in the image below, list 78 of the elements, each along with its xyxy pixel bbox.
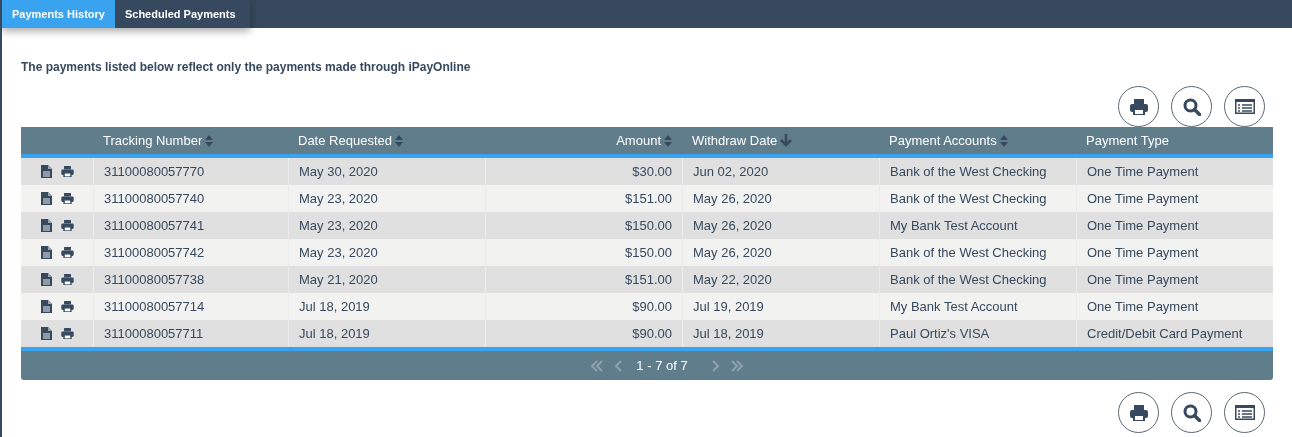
column-header[interactable]: Amount [485,127,682,154]
printer-icon [1129,98,1148,115]
document-icon[interactable] [40,192,52,205]
table-cell: May 23, 2020 [299,245,378,260]
table-cell: Paul Ortiz's VISA [890,326,990,341]
column-header[interactable]: Withdraw Date [682,127,879,154]
table-cell: May 26, 2020 [693,245,772,260]
table-cell: Jul 19, 2019 [693,299,764,314]
table-cell: Bank of the West Checking [890,245,1047,260]
notice-text: The payments listed below reflect only the payments made through iPayOnline [21,60,472,74]
table-cell: 31100080057714 [104,299,205,314]
tab[interactable]: Payments History [2,0,115,28]
table-cell: $90.00 [632,299,672,314]
table-cell: May 30, 2020 [299,164,378,179]
table-cell: One Time Payment [1087,299,1199,314]
table-cell: May 26, 2020 [693,218,772,233]
table-cell: 31100080057741 [104,218,205,233]
document-icon[interactable] [40,327,52,340]
printer-icon[interactable] [60,274,74,285]
table-cell: One Time Payment [1087,272,1199,287]
table-cell: $30.00 [632,164,672,179]
tab[interactable]: Scheduled Payments [114,0,246,28]
list-window-icon [1234,99,1255,114]
table-cell: 31100080057711 [104,326,204,341]
table-cell: One Time Payment [1087,164,1199,179]
print-button[interactable] [1118,392,1159,433]
printer-icon[interactable] [60,220,74,231]
printer-icon[interactable] [60,328,74,339]
table-cell: May 26, 2020 [693,191,772,206]
table-cell: One Time Payment [1087,218,1199,233]
table-cell: Jul 18, 2019 [693,326,764,341]
table-cell: 31100080057742 [104,245,205,260]
document-icon[interactable] [40,165,52,178]
column-header[interactable]: Payment Accounts [879,127,1076,154]
table-cell: Jul 18, 2019 [299,299,370,314]
table-cell: My Bank Test Account [890,218,1018,233]
table-cell: $150.00 [625,218,672,233]
table-cell: May 21, 2020 [299,272,378,287]
table-cell: My Bank Test Account [890,299,1018,314]
table-cell: May 23, 2020 [299,218,378,233]
table-cell: Bank of the West Checking [890,164,1047,179]
columns-button[interactable] [1224,86,1265,127]
print-button[interactable] [1118,86,1159,127]
table-cell: 31100080057770 [104,164,205,179]
table-cell: May 23, 2020 [299,191,378,206]
printer-icon [1129,404,1148,421]
search-button[interactable] [1171,86,1212,127]
table-cell: Bank of the West Checking [890,191,1047,206]
printer-icon[interactable] [60,193,74,204]
table-cell: Credit/Debit Card Payment [1087,326,1243,341]
search-icon [1182,403,1201,422]
table-cell: One Time Payment [1087,191,1199,206]
table-cell: $151.00 [625,272,672,287]
document-icon[interactable] [40,219,52,232]
columns-button[interactable] [1224,392,1265,433]
table-cell: 31100080057738 [104,272,205,287]
table-cell: $151.00 [625,191,672,206]
table-cell: May 22, 2020 [693,272,772,287]
list-window-icon [1234,405,1255,420]
printer-icon[interactable] [60,247,74,258]
printer-icon[interactable] [60,166,74,177]
column-header[interactable]: Payment Type [1076,127,1273,154]
search-button[interactable] [1171,392,1212,433]
column-header[interactable]: Date Requested [288,127,485,154]
column-header[interactable]: Tracking Number [93,127,288,154]
document-icon[interactable] [40,273,52,286]
search-icon [1182,97,1201,116]
table-cell: 31100080057740 [104,191,205,206]
printer-icon[interactable] [60,301,74,312]
document-icon[interactable] [40,300,52,313]
table-cell: One Time Payment [1087,245,1199,260]
table-cell: Bank of the West Checking [890,272,1047,287]
document-icon[interactable] [40,246,52,259]
table-cell: $150.00 [625,245,672,260]
page-info: 1 - 7 of 7 [636,358,688,373]
table-cell: $90.00 [632,326,672,341]
table-cell: Jun 02, 2020 [693,164,769,179]
table-cell: Jul 18, 2019 [299,326,370,341]
